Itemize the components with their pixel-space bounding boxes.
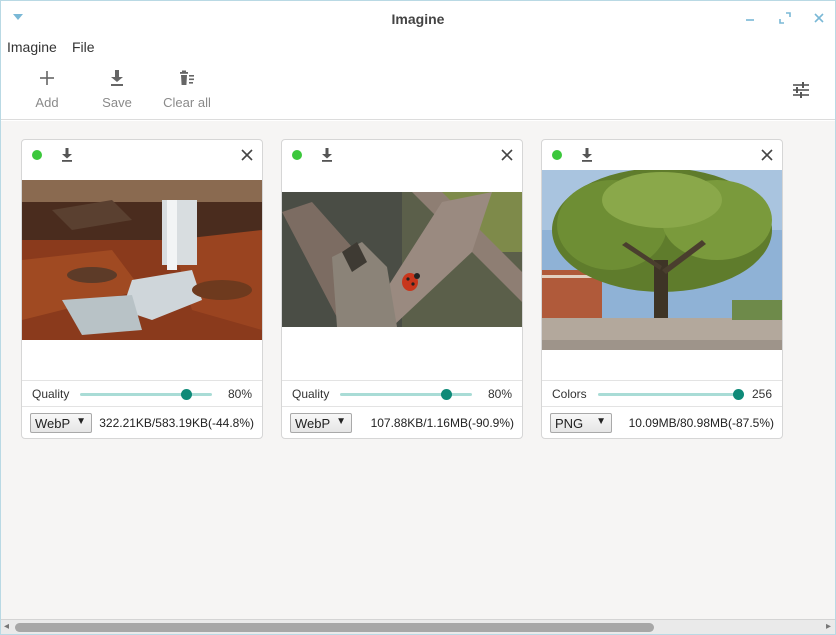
format-select[interactable]: WebP ▼ bbox=[290, 413, 352, 433]
status-dot-icon bbox=[292, 150, 302, 160]
status-dot-icon bbox=[552, 150, 562, 160]
slider-knob[interactable] bbox=[733, 389, 744, 400]
close-icon[interactable] bbox=[760, 148, 774, 162]
maximize-button[interactable] bbox=[777, 10, 793, 26]
quality-row: Quality 80% bbox=[22, 380, 262, 406]
quality-slider[interactable] bbox=[80, 389, 212, 400]
format-row: WebP ▼ 107.88KB/1.16MB(-90.9%) bbox=[282, 406, 522, 438]
format-select[interactable]: WebP ▼ bbox=[30, 413, 92, 433]
toolbar: Add Save Clear all bbox=[1, 61, 835, 120]
minimize-icon bbox=[746, 19, 754, 21]
horizontal-scrollbar[interactable]: ◂ ▸ bbox=[1, 619, 835, 634]
slider-label: Quality bbox=[32, 387, 70, 401]
download-icon[interactable] bbox=[580, 147, 594, 163]
chevron-down-icon: ▼ bbox=[76, 416, 86, 427]
download-icon[interactable] bbox=[60, 147, 74, 163]
menu-file[interactable]: File bbox=[72, 39, 95, 55]
image-preview-ladybug bbox=[282, 192, 522, 327]
close-icon[interactable] bbox=[500, 148, 514, 162]
image-card: Quality 80% WebP ▼ 107.88KB/1.16MB(-90.9… bbox=[281, 139, 523, 439]
close-window-button[interactable] bbox=[811, 10, 827, 26]
colors-slider[interactable] bbox=[598, 389, 744, 400]
chevron-down-icon: ▼ bbox=[336, 416, 346, 427]
card-header bbox=[22, 140, 262, 170]
minimize-button[interactable] bbox=[742, 10, 758, 26]
app-window: Imagine Imagine File Add Save Clear all … bbox=[0, 0, 836, 635]
format-select-value: WebP bbox=[35, 416, 71, 431]
slider-label: Quality bbox=[292, 387, 330, 401]
size-info: 107.88KB/1.16MB(-90.9%) bbox=[370, 416, 514, 430]
save-button[interactable]: Save bbox=[82, 69, 152, 115]
download-icon bbox=[111, 70, 123, 86]
format-select[interactable]: PNG ▼ bbox=[550, 413, 612, 433]
image-preview-waterfall bbox=[22, 180, 262, 340]
image-list-area: Quality 80% WebP ▼ 322.21KB/583.19KB(-44… bbox=[1, 121, 835, 619]
scrollbar-thumb[interactable] bbox=[15, 623, 654, 632]
plus-icon bbox=[40, 71, 54, 85]
format-select-value: WebP bbox=[295, 416, 331, 431]
settings-button[interactable] bbox=[790, 80, 812, 100]
clear-all-label: Clear all bbox=[163, 95, 211, 110]
add-button[interactable]: Add bbox=[12, 69, 82, 115]
save-label: Save bbox=[102, 95, 132, 110]
clear-all-button[interactable]: Clear all bbox=[152, 69, 222, 115]
slider-value: 80% bbox=[487, 387, 512, 401]
sliders-icon bbox=[793, 82, 809, 98]
window-title: Imagine bbox=[391, 11, 445, 27]
download-icon[interactable] bbox=[320, 147, 334, 163]
image-preview-tree bbox=[542, 170, 782, 350]
image-card: Quality 80% WebP ▼ 322.21KB/583.19KB(-44… bbox=[21, 139, 263, 439]
image-card: Colors 256 PNG ▼ 10.09MB/80.98MB(-87.5%) bbox=[541, 139, 783, 439]
slider-knob[interactable] bbox=[180, 389, 192, 400]
close-window-icon bbox=[814, 13, 824, 23]
maximize-icon bbox=[779, 12, 791, 24]
trash-list-icon bbox=[180, 70, 194, 85]
slider-value: 80% bbox=[227, 387, 252, 401]
card-header bbox=[282, 140, 522, 170]
scroll-left-icon[interactable]: ◂ bbox=[4, 621, 9, 632]
scroll-right-icon[interactable]: ▸ bbox=[826, 621, 831, 632]
add-label: Add bbox=[35, 95, 59, 110]
card-header bbox=[542, 140, 782, 170]
title-bar: Imagine bbox=[1, 1, 835, 36]
format-row: PNG ▼ 10.09MB/80.98MB(-87.5%) bbox=[542, 406, 782, 438]
menu-bar: Imagine File bbox=[1, 37, 835, 59]
quality-row: Quality 80% bbox=[282, 380, 522, 406]
menu-imagine[interactable]: Imagine bbox=[7, 39, 57, 55]
status-dot-icon bbox=[32, 150, 42, 160]
slider-label: Colors bbox=[552, 387, 587, 401]
quality-slider[interactable] bbox=[340, 389, 472, 400]
size-info: 322.21KB/583.19KB(-44.8%) bbox=[99, 416, 254, 430]
slider-value: 256 bbox=[751, 387, 772, 401]
format-select-value: PNG bbox=[555, 416, 584, 431]
close-icon[interactable] bbox=[240, 148, 254, 162]
slider-knob[interactable] bbox=[440, 389, 452, 400]
size-info: 10.09MB/80.98MB(-87.5%) bbox=[628, 416, 774, 430]
chevron-down-icon: ▼ bbox=[596, 416, 606, 427]
format-row: WebP ▼ 322.21KB/583.19KB(-44.8%) bbox=[22, 406, 262, 438]
colors-row: Colors 256 bbox=[542, 380, 782, 406]
